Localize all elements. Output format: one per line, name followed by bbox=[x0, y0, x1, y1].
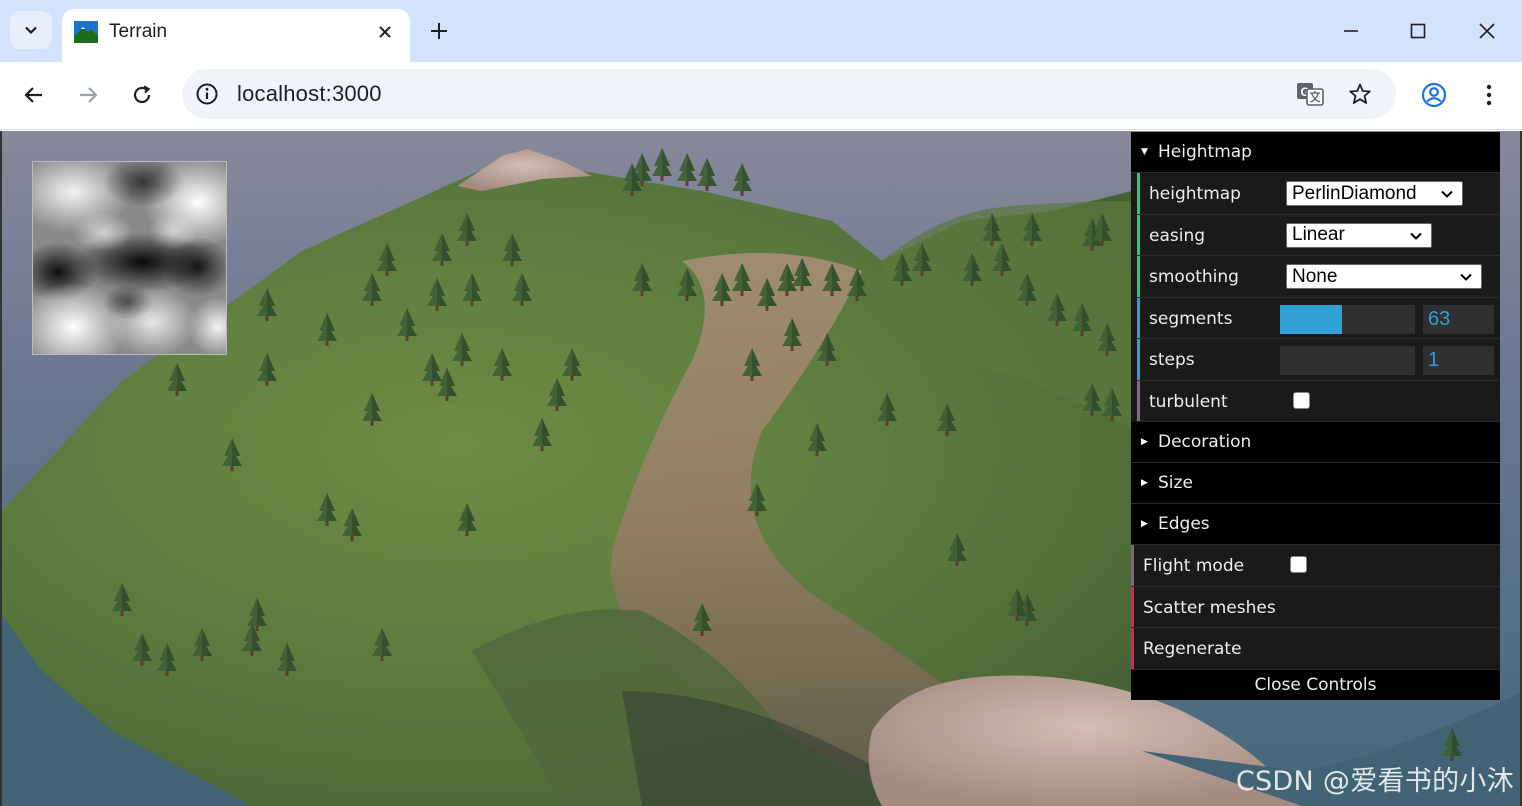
select-indicator-bar bbox=[1137, 256, 1140, 297]
number-indicator-bar bbox=[1137, 297, 1140, 338]
minimize-icon bbox=[1344, 30, 1358, 32]
caret-right-icon: ▶ bbox=[1141, 519, 1148, 529]
chevron-down-icon bbox=[1460, 273, 1472, 281]
select-indicator-bar bbox=[1137, 214, 1140, 255]
new-tab-button[interactable] bbox=[424, 16, 454, 46]
profile-icon bbox=[1421, 82, 1447, 108]
folder-title: Heightmap bbox=[1158, 142, 1252, 162]
easing-select[interactable]: Linear bbox=[1286, 222, 1432, 248]
url-text[interactable]: localhost:3000 bbox=[237, 81, 382, 107]
smoothing-select[interactable]: None bbox=[1286, 264, 1482, 289]
browser-toolbar: localhost:3000 G bbox=[0, 62, 1522, 130]
info-icon[interactable] bbox=[194, 81, 220, 107]
function-indicator-bar bbox=[1131, 628, 1134, 669]
flight-mode-row: Flight mode bbox=[1131, 545, 1500, 587]
chevron-down-icon bbox=[25, 26, 37, 35]
tab-search-button[interactable] bbox=[10, 11, 52, 49]
close-icon bbox=[379, 26, 391, 38]
easing-row: easing Linear bbox=[1137, 214, 1500, 256]
smoothing-row: smoothing None bbox=[1137, 256, 1500, 298]
smoothing-label: smoothing bbox=[1149, 267, 1239, 287]
segments-slider[interactable] bbox=[1280, 304, 1415, 334]
boolean-indicator-bar bbox=[1137, 380, 1140, 421]
forward-button[interactable] bbox=[70, 77, 106, 113]
steps-slider[interactable] bbox=[1280, 346, 1415, 375]
bookmark-button[interactable] bbox=[1346, 80, 1374, 108]
boolean-indicator-bar bbox=[1131, 545, 1134, 586]
turbulent-label: turbulent bbox=[1149, 391, 1228, 412]
caret-down-icon: ▼ bbox=[1141, 147, 1148, 157]
browser-menu-button[interactable] bbox=[1471, 77, 1507, 113]
size-folder-header[interactable]: ▶ Size bbox=[1131, 463, 1500, 504]
window-close-button[interactable] bbox=[1470, 14, 1504, 48]
reload-icon bbox=[133, 85, 151, 104]
heightmap-label: heightmap bbox=[1149, 184, 1241, 204]
controls-panel: ▼ Heightmap heightmap PerlinDiamond easi… bbox=[1131, 132, 1500, 700]
watermark-text: CSDN @爱看书的小沐 bbox=[1235, 766, 1514, 797]
folder-title: Size bbox=[1158, 473, 1193, 493]
steps-label: steps bbox=[1149, 350, 1195, 370]
flight-mode-checkbox[interactable] bbox=[1290, 556, 1307, 573]
tab-strip: Terrain bbox=[0, 0, 1522, 62]
chevron-down-icon bbox=[1441, 190, 1453, 198]
reload-button[interactable] bbox=[124, 77, 160, 113]
folder-title: Decoration bbox=[1158, 432, 1252, 452]
close-icon bbox=[1479, 23, 1495, 39]
maximize-button[interactable] bbox=[1401, 14, 1435, 48]
turbulent-row: turbulent bbox=[1137, 380, 1500, 422]
caret-right-icon: ▶ bbox=[1141, 437, 1148, 447]
tab-title: Terrain bbox=[109, 21, 168, 42]
steps-row: steps 1 bbox=[1137, 339, 1500, 381]
regenerate-label: Regenerate bbox=[1143, 639, 1242, 659]
minimize-button[interactable] bbox=[1334, 14, 1368, 48]
chevron-down-icon bbox=[1410, 232, 1422, 240]
kebab-menu-icon bbox=[1486, 84, 1492, 106]
segments-slider-fill bbox=[1280, 304, 1343, 334]
flight-mode-label: Flight mode bbox=[1143, 556, 1245, 576]
profile-button[interactable] bbox=[1416, 77, 1452, 113]
maximize-icon bbox=[1410, 23, 1426, 39]
star-icon bbox=[1349, 83, 1371, 104]
steps-number-input[interactable]: 1 bbox=[1423, 346, 1494, 375]
regenerate-button[interactable]: Regenerate bbox=[1131, 628, 1500, 670]
back-button[interactable] bbox=[16, 77, 52, 113]
select-indicator-bar bbox=[1137, 173, 1140, 214]
folder-title: Edges bbox=[1158, 514, 1210, 534]
translate-button[interactable]: G bbox=[1296, 80, 1324, 108]
smoothing-select-value: None bbox=[1292, 265, 1338, 287]
tab-close-button[interactable] bbox=[372, 19, 398, 45]
close-controls-button[interactable]: Close Controls bbox=[1131, 669, 1500, 700]
address-bar[interactable]: localhost:3000 G bbox=[182, 69, 1396, 119]
function-indicator-bar bbox=[1131, 586, 1134, 627]
arrow-right-icon bbox=[80, 87, 98, 103]
segments-row: segments 63 bbox=[1137, 297, 1500, 339]
active-tab[interactable]: Terrain bbox=[62, 9, 410, 62]
scatter-meshes-label: Scatter meshes bbox=[1143, 597, 1276, 618]
easing-label: easing bbox=[1149, 225, 1206, 246]
arrow-left-icon bbox=[24, 87, 42, 103]
edges-folder-header[interactable]: ▶ Edges bbox=[1131, 504, 1500, 545]
heightmap-preview-image bbox=[32, 161, 227, 355]
caret-right-icon: ▶ bbox=[1141, 478, 1148, 488]
mountain-favicon-icon bbox=[74, 21, 98, 43]
segments-label: segments bbox=[1149, 308, 1233, 329]
decoration-folder-header[interactable]: ▶ Decoration bbox=[1131, 422, 1500, 463]
heightmap-select-value: PerlinDiamond bbox=[1292, 182, 1417, 204]
heightmap-select[interactable]: PerlinDiamond bbox=[1286, 181, 1463, 206]
heightmap-row: heightmap PerlinDiamond bbox=[1137, 173, 1500, 215]
plus-icon bbox=[431, 23, 447, 39]
scatter-meshes-button[interactable]: Scatter meshes bbox=[1131, 586, 1500, 628]
segments-number-input[interactable]: 63 bbox=[1423, 304, 1494, 334]
heightmap-folder-header[interactable]: ▼ Heightmap bbox=[1131, 132, 1500, 173]
turbulent-checkbox[interactable] bbox=[1293, 391, 1310, 409]
translate-icon: G bbox=[1297, 83, 1324, 106]
easing-select-value: Linear bbox=[1292, 224, 1345, 245]
number-indicator-bar bbox=[1137, 339, 1140, 380]
